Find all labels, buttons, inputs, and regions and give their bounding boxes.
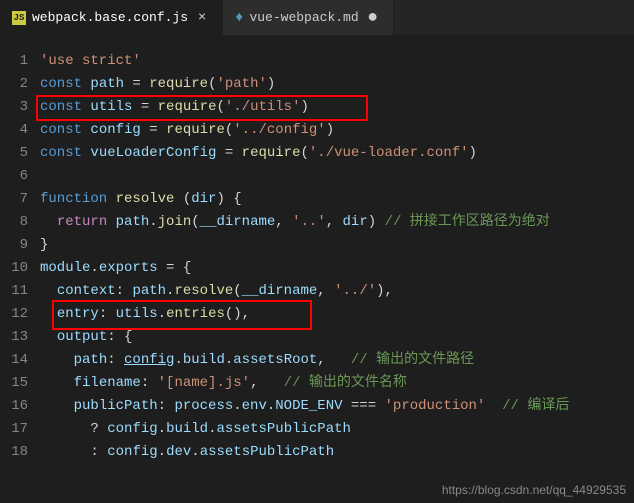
code-line: const config = require('../config')	[40, 119, 634, 142]
line-number: 9	[0, 234, 28, 257]
code-line: ? config.build.assetsPublicPath	[40, 418, 634, 441]
line-number: 7	[0, 188, 28, 211]
tab-bar: JS webpack.base.conf.js × ♦ vue-webpack.…	[0, 0, 634, 35]
code-line: const vueLoaderConfig = require('./vue-l…	[40, 142, 634, 165]
line-number: 18	[0, 441, 28, 464]
code-line: : config.dev.assetsPublicPath	[40, 441, 634, 464]
line-number: 10	[0, 257, 28, 280]
editor-area[interactable]: 1 2 3 4 5 6 7 8 9 10 11 12 13 14 15 16 1…	[0, 35, 634, 464]
code-line	[40, 165, 634, 188]
tab-vue-webpack-md[interactable]: ♦ vue-webpack.md ●	[223, 0, 394, 35]
watermark-text: https://blog.csdn.net/qq_44929535	[442, 483, 626, 497]
js-icon: JS	[12, 11, 26, 25]
code-line: filename: '[name].js', // 输出的文件名称	[40, 372, 634, 395]
code-line: output: {	[40, 326, 634, 349]
line-number: 17	[0, 418, 28, 441]
code-line: path: config.build.assetsRoot, // 输出的文件路…	[40, 349, 634, 372]
code-line: function resolve (dir) {	[40, 188, 634, 211]
code-line: entry: utils.entries(),	[40, 303, 634, 326]
modified-dot-icon[interactable]: ●	[365, 13, 381, 23]
line-number: 1	[0, 50, 28, 73]
line-number: 13	[0, 326, 28, 349]
code-line: }	[40, 234, 634, 257]
code-line: module.exports = {	[40, 257, 634, 280]
line-number: 15	[0, 372, 28, 395]
line-number: 3	[0, 96, 28, 119]
close-icon[interactable]: ×	[194, 10, 210, 26]
line-number-gutter: 1 2 3 4 5 6 7 8 9 10 11 12 13 14 15 16 1…	[0, 50, 40, 464]
line-number: 16	[0, 395, 28, 418]
line-number: 11	[0, 280, 28, 303]
line-number: 5	[0, 142, 28, 165]
code-line: context: path.resolve(__dirname, '../'),	[40, 280, 634, 303]
code-line: const utils = require('./utils')	[40, 96, 634, 119]
tab-label: vue-webpack.md	[249, 10, 358, 25]
line-number: 14	[0, 349, 28, 372]
tab-label: webpack.base.conf.js	[32, 10, 188, 25]
code-line: publicPath: process.env.NODE_ENV === 'pr…	[40, 395, 634, 418]
code-line: 'use strict'	[40, 50, 634, 73]
code-content[interactable]: 'use strict' const path = require('path'…	[40, 50, 634, 464]
code-line: const path = require('path')	[40, 73, 634, 96]
code-line: return path.join(__dirname, '..', dir) /…	[40, 211, 634, 234]
markdown-icon: ♦	[235, 10, 243, 26]
line-number: 4	[0, 119, 28, 142]
line-number: 2	[0, 73, 28, 96]
tab-webpack-conf[interactable]: JS webpack.base.conf.js ×	[0, 0, 223, 35]
line-number: 6	[0, 165, 28, 188]
line-number: 8	[0, 211, 28, 234]
line-number: 12	[0, 303, 28, 326]
